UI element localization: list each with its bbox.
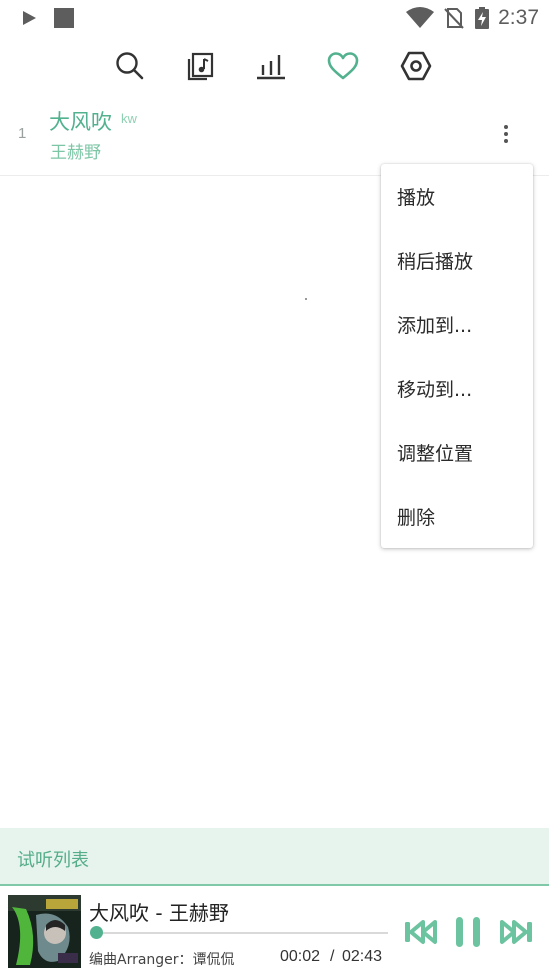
playlist-title: 试听列表 [17, 850, 89, 871]
favorites-button[interactable] [321, 44, 365, 88]
current-time: 00:02 [280, 948, 321, 965]
menu-item-play[interactable]: 播放 [381, 164, 533, 228]
pause-button[interactable] [452, 914, 484, 950]
more-options-button[interactable] [494, 120, 518, 148]
album-art-image [8, 895, 81, 968]
stray-dot [305, 298, 307, 300]
playlist-header[interactable]: 试听列表 [0, 828, 549, 886]
menu-item-reorder[interactable]: 调整位置 [381, 420, 533, 484]
music-library-icon [187, 52, 214, 81]
menu-item-add-to[interactable]: 添加到... [381, 292, 533, 356]
no-sim-icon [444, 8, 464, 29]
now-playing-title: 大风吹 - 王赫野 [89, 901, 229, 925]
next-icon [500, 920, 532, 944]
time-separator: / [330, 948, 335, 965]
play-icon [23, 11, 36, 25]
menu-item-delete[interactable]: 删除 [381, 484, 533, 548]
top-toolbar [0, 44, 549, 88]
album-cover[interactable] [8, 895, 81, 968]
next-button[interactable] [498, 914, 536, 950]
pause-icon [456, 917, 480, 947]
previous-icon [405, 920, 437, 944]
menu-item-move-to[interactable]: 移动到... [381, 356, 533, 420]
music-library-button[interactable] [178, 44, 222, 88]
song-title: 大风吹 [49, 110, 112, 134]
menu-item-play-later[interactable]: 稍后播放 [381, 228, 533, 292]
song-artist: 王赫野 [50, 143, 101, 163]
previous-button[interactable] [401, 914, 439, 950]
more-vert-icon [504, 125, 508, 129]
progress-bar[interactable] [92, 932, 388, 934]
settings-icon [400, 51, 432, 81]
wifi-icon [406, 7, 435, 28]
context-menu: 播放 稍后播放 添加到... 移动到... 调整位置 删除 [381, 164, 533, 548]
charts-button[interactable] [249, 44, 293, 88]
song-index: 1 [18, 125, 27, 142]
search-button[interactable] [108, 44, 152, 88]
song-source-badge: kw [121, 111, 137, 126]
settings-button[interactable] [394, 44, 438, 88]
status-bar: 2:37 [0, 0, 549, 36]
stop-icon [54, 8, 74, 28]
lyric-line: 编曲Arranger：谭侃侃 [89, 952, 235, 968]
battery-charging-icon [475, 7, 490, 29]
player-bar: 大风吹 - 王赫野 编曲Arranger：谭侃侃 00:02 / 02:43 [0, 888, 549, 976]
search-icon [116, 52, 144, 80]
total-time: 02:43 [342, 948, 383, 965]
chart-icon [257, 55, 285, 80]
status-time: 2:37 [498, 6, 539, 29]
progress-thumb[interactable] [89, 926, 103, 939]
heart-icon [327, 52, 359, 80]
